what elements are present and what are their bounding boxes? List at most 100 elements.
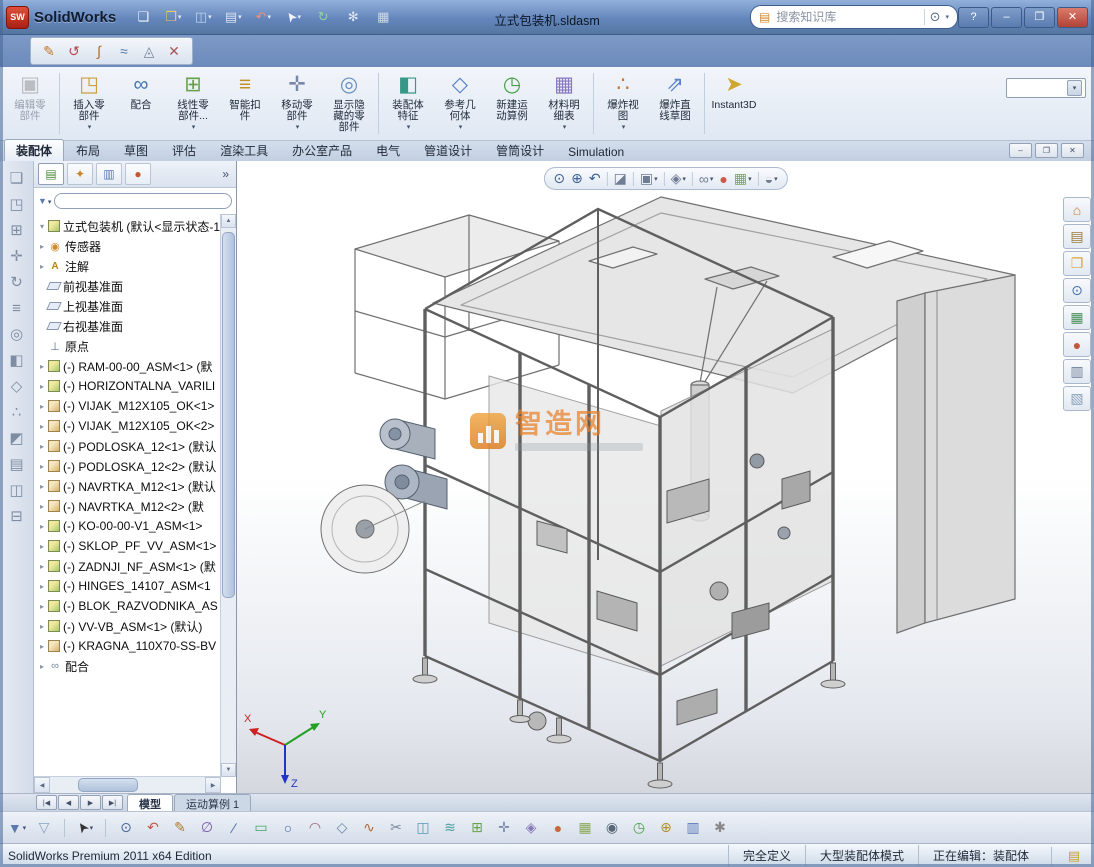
assembly-features-button[interactable]: ◧装配体特征▾ [382, 69, 434, 138]
plane-tool-icon[interactable]: ◬ [138, 40, 160, 62]
configurationmanager-tab[interactable]: ▥ [96, 163, 122, 185]
tree-item[interactable]: ▸(-) KRAGNA_110X70-SS-BV [34, 636, 221, 656]
expand-arrow-icon[interactable]: ▸ [37, 522, 47, 531]
reference-geometry-icon[interactable]: ◇ [5, 375, 29, 397]
tab-render-tools[interactable]: 渲染工具 [208, 139, 280, 161]
expand-arrow-icon[interactable]: ▸ [37, 662, 47, 671]
motion-study-icon[interactable]: ◷ [628, 817, 650, 839]
tab-model[interactable]: 模型 [127, 794, 173, 811]
key-point-icon[interactable]: ⊕ [655, 817, 677, 839]
propertymanager-tab[interactable]: ✦ [67, 163, 93, 185]
document-recovery-icon[interactable]: ▧ [1063, 386, 1091, 411]
caret-down-icon[interactable]: ▾ [1067, 80, 1082, 96]
tab-electrical[interactable]: 电气 [364, 139, 412, 161]
apply-scene-icon[interactable]: ▦▾ [734, 170, 752, 187]
scrollbar-track[interactable] [221, 228, 236, 763]
display-style-icon[interactable]: ◈ [520, 817, 542, 839]
tree-item[interactable]: ▸◉传感器 [34, 236, 221, 256]
spline-icon[interactable]: ∿ [358, 817, 380, 839]
curve-tool-icon[interactable]: ≈ [113, 40, 135, 62]
zoom-area-icon[interactable]: ⊕ [571, 170, 583, 187]
filter-funnel-icon[interactable]: ▼▾ [6, 817, 28, 839]
mirror-icon[interactable]: ◫ [412, 817, 434, 839]
new-motion-study-button[interactable]: ◷新建运动算例 [486, 69, 538, 138]
zoom-fit-icon[interactable]: ⊙ [115, 817, 137, 839]
appearances-icon[interactable]: ● [1063, 332, 1091, 357]
expand-arrow-icon[interactable]: ▸ [37, 382, 47, 391]
tree-item[interactable]: ▸(-) RAM-00-00_ASM<1> (默 [34, 356, 221, 376]
tree-item[interactable]: 右视基准面 [34, 316, 221, 336]
search-magnifier-icon[interactable]: ⊙ [924, 9, 941, 25]
previous-view-icon[interactable]: ↶ [589, 170, 601, 187]
tree-item[interactable]: ▸(-) NAVRTKA_M12<2> (默 [34, 496, 221, 516]
custom-properties-icon[interactable]: ▥ [1063, 359, 1091, 384]
tree-horizontal-scrollbar[interactable]: ◀ ▶ [34, 776, 221, 793]
expand-arrow-icon[interactable]: ▸ [37, 602, 47, 611]
document-close-button[interactable]: ✕ [1061, 143, 1084, 158]
knowledge-search-input[interactable] [774, 9, 919, 25]
tree-item[interactable]: ▸(-) BLOK_RAZVODNIKA_AS [34, 596, 221, 616]
expand-arrow-icon[interactable]: ▸ [37, 442, 47, 451]
results-chart-icon[interactable]: ▥ [682, 817, 704, 839]
expand-arrow-icon[interactable]: ▸ [37, 642, 47, 651]
insert-components-icon[interactable]: ❏ [5, 167, 29, 189]
filter-edit-icon[interactable]: ▽ [33, 817, 55, 839]
tree-item[interactable]: ▸(-) VV-VB_ASM<1> (默认) [34, 616, 221, 636]
tree-item[interactable]: ▸(-) KO-00-00-V1_ASM<1> [34, 516, 221, 536]
open-icon[interactable]: ❐▾ [160, 6, 186, 28]
explode-line-sketch-button[interactable]: ⇗爆炸直线草图 [649, 69, 701, 138]
search-icon[interactable]: ⊙ [1063, 278, 1091, 303]
document-minimize-button[interactable]: – [1009, 143, 1032, 158]
tree-item[interactable]: ▸∞配合 [34, 656, 221, 676]
tree-item[interactable]: 上视基准面 [34, 296, 221, 316]
mate-button[interactable]: ∞配合 [115, 69, 167, 138]
undo-icon[interactable]: ↶ [142, 817, 164, 839]
sketch-icon[interactable]: ✎ [38, 40, 60, 62]
tree-item[interactable]: ▸(-) PODLOSKA_12<2> (默认 [34, 456, 221, 476]
maximize-button[interactable]: ❐ [1024, 7, 1055, 28]
insert-components-button[interactable]: ◳插入零部件▾ [63, 69, 115, 138]
interference-detection-icon[interactable]: ◩ [5, 427, 29, 449]
doc-nav-prev-button[interactable]: ◀ [58, 795, 79, 810]
exploded-view-button[interactable]: ∴爆炸视图▾ [597, 69, 649, 138]
appearance-icon[interactable]: ● [547, 817, 569, 839]
bill-of-materials-button[interactable]: ▦材料明细表▾ [538, 69, 590, 138]
tree-item[interactable]: ▸(-) PODLOSKA_12<1> (默认 [34, 436, 221, 456]
expand-arrow-icon[interactable]: ▸ [37, 482, 47, 491]
tree-item[interactable]: ▸(-) VIJAK_M12X105_OK<1> [34, 396, 221, 416]
dimension-icon[interactable]: ∅ [196, 817, 218, 839]
mass-properties-icon[interactable]: ◫ [5, 479, 29, 501]
expand-arrow-icon[interactable]: ▸ [37, 622, 47, 631]
expand-arrow-icon[interactable]: ▸ [37, 462, 47, 471]
move-component-button[interactable]: ✛移动零部件▾ [271, 69, 323, 138]
featuremanager-tab[interactable]: ▤ [38, 163, 64, 185]
rotate-view-icon[interactable]: ↺ [63, 40, 85, 62]
tree-item[interactable]: ▸A注解 [34, 256, 221, 276]
tree-item[interactable]: ⊥原点 [34, 336, 221, 356]
display-style-icon[interactable]: ◈▾ [671, 170, 686, 187]
instant3d-button[interactable]: ➤Instant3D [708, 69, 760, 138]
expand-arrow-icon[interactable]: ▸ [37, 542, 47, 551]
scroll-down-button[interactable]: ▼ [221, 763, 236, 777]
knowledge-search-box[interactable]: ▤ ⊙ ▾ [750, 5, 958, 29]
undo-icon[interactable]: ↶▾ [250, 6, 276, 28]
smart-fasteners-button[interactable]: ≡智能扣件 [219, 69, 271, 138]
doc-nav-first-button[interactable]: |◀ [36, 795, 57, 810]
tab-piping[interactable]: 管道设计 [412, 139, 484, 161]
expand-arrow-icon[interactable]: ▸ [37, 362, 47, 371]
caret-down-icon[interactable]: ▾ [945, 13, 949, 21]
linear-component-pattern-button[interactable]: ⊞线性零部件...▾ [167, 69, 219, 138]
expand-arrow-icon[interactable]: ▸ [37, 582, 47, 591]
file-explorer-icon[interactable]: ❐ [1063, 251, 1091, 276]
zoom-fit-icon[interactable]: ⊙ [553, 170, 565, 187]
scrollbar-track[interactable] [50, 777, 205, 793]
expand-panel-chevron[interactable]: » [222, 167, 232, 181]
expand-arrow-icon[interactable]: ▾ [37, 222, 47, 231]
arc-icon[interactable]: ◠ [304, 817, 326, 839]
show-hidden-components-button[interactable]: ◎显示隐藏的零部件 [323, 69, 375, 138]
tree-item[interactable]: ▸(-) NAVRTKA_M12<1> (默认 [34, 476, 221, 496]
section-view-icon[interactable]: ◪ [614, 170, 627, 187]
rectangle-icon[interactable]: ▭ [250, 817, 272, 839]
tab-office-products[interactable]: 办公室产品 [280, 139, 364, 161]
expand-arrow-icon[interactable]: ▸ [37, 402, 47, 411]
